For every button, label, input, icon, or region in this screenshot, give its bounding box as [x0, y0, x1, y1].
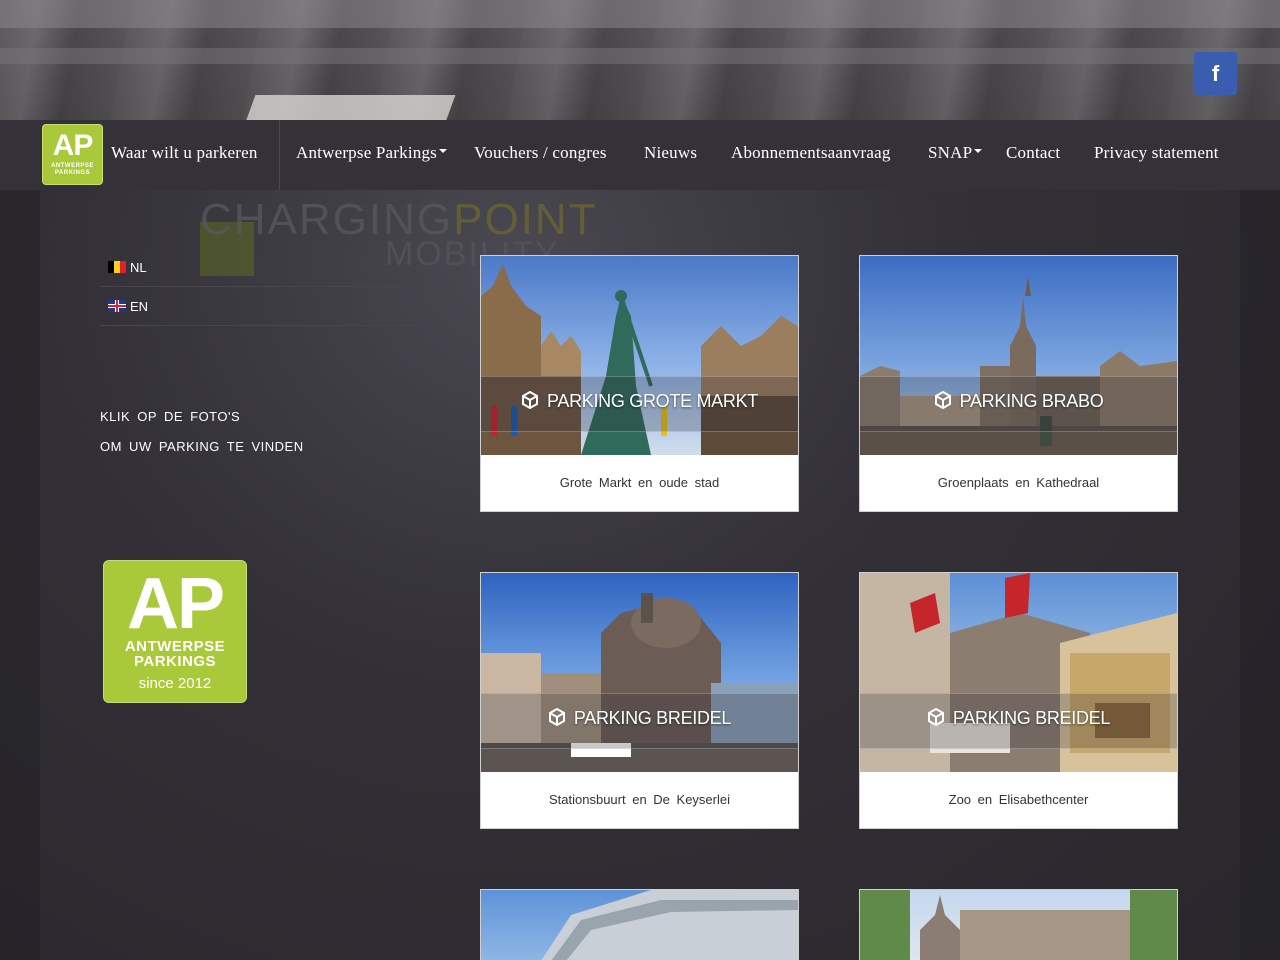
parking-card-grote-markt[interactable]: PARKING GROTE MARKT Grote Markt en oude … — [480, 255, 799, 512]
nav-item-abonnementsaanvraag[interactable]: Abonnementsaanvraag — [731, 143, 891, 163]
parking-photo[interactable] — [481, 890, 798, 960]
cube-icon — [927, 708, 944, 726]
main-navigation: AP ANTWERPSE PARKINGS Waar wilt u parker… — [0, 120, 1280, 190]
language-option-en[interactable]: EN — [100, 287, 416, 326]
belgium-flag-icon — [108, 261, 126, 273]
cube-icon — [522, 391, 538, 409]
parking-card-breidel-zoo[interactable]: PARKING BREIDEL Zoo en Elisabethcenter — [859, 572, 1178, 829]
parking-card-brabo[interactable]: PARKING BRABO Groenplaats en Kathedraal — [859, 255, 1178, 512]
nav-item-nieuws[interactable]: Nieuws — [644, 143, 697, 163]
parking-caption: Groenplaats en Kathedraal — [937, 475, 1100, 490]
language-list: NL EN — [100, 248, 416, 326]
parking-title: PARKING BREIDEL — [481, 708, 798, 729]
nav-item-contact[interactable]: Contact — [1006, 143, 1060, 163]
parking-card-breidel-station[interactable]: PARKING BREIDEL Stationsbuurt en De Keys… — [480, 572, 799, 829]
uk-flag-icon — [108, 300, 126, 312]
parking-title: PARKING BRABO — [860, 391, 1177, 412]
parking-photo[interactable] — [860, 890, 1177, 960]
parking-caption: Stationsbuurt en De Keyserlei — [549, 792, 730, 807]
parking-title: PARKING BREIDEL — [860, 708, 1177, 729]
parking-card-6[interactable] — [859, 889, 1178, 960]
nav-item-waar-wilt-u-parkeren[interactable]: Waar wilt u parkeren — [111, 143, 258, 163]
nav-item-snap[interactable]: SNAP — [928, 143, 983, 163]
header-background-photo — [0, 0, 1280, 120]
nav-item-antwerpse-parkings[interactable]: Antwerpse Parkings — [296, 143, 447, 163]
parking-caption: Grote Markt en oude stad — [559, 475, 720, 490]
cube-icon — [934, 391, 951, 409]
parking-card-5[interactable] — [480, 889, 799, 960]
nav-item-vouchers-congres[interactable]: Vouchers / congres — [474, 143, 607, 163]
parking-title: PARKING GROTE MARKT — [481, 391, 798, 412]
nav-logo[interactable]: AP ANTWERPSE PARKINGS — [42, 124, 103, 185]
chevron-down-icon — [439, 149, 447, 153]
cube-icon — [548, 708, 565, 726]
parking-caption: Zoo en Elisabethcenter — [948, 792, 1089, 807]
chevron-down-icon — [974, 149, 983, 153]
facebook-button[interactable]: f — [1194, 52, 1237, 95]
ap-logo: AP ANTWERPSE PARKINGS since 2012 — [103, 560, 247, 703]
language-option-nl[interactable]: NL — [100, 248, 416, 287]
facebook-icon: f — [1211, 60, 1220, 86]
instruction-text: KLIK OP DE FOTO'S OM UW PARKING TE VINDE… — [100, 409, 304, 454]
nav-item-privacy-statement[interactable]: Privacy statement — [1094, 143, 1219, 163]
